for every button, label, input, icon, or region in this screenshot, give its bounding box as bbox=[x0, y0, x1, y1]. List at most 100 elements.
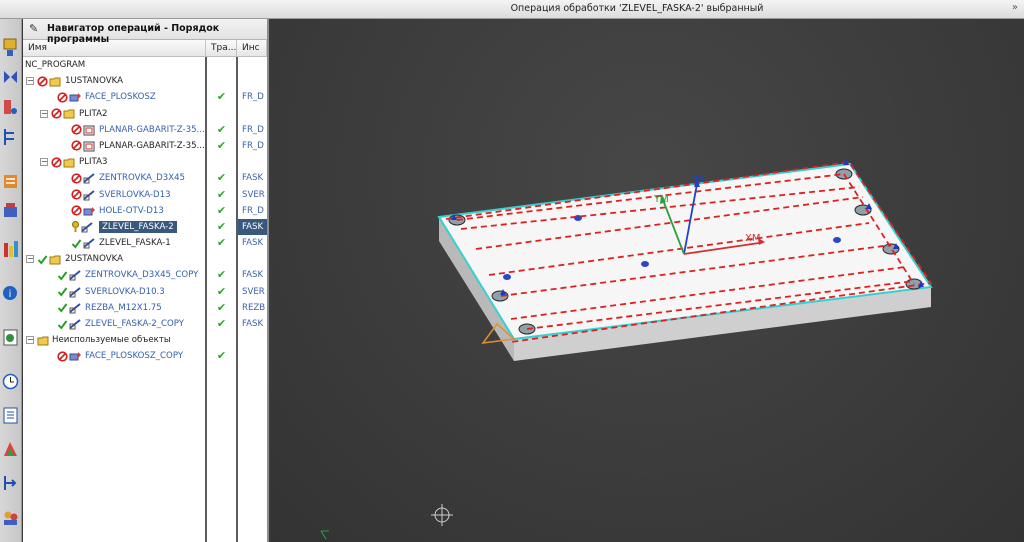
tree-row-name-cell: − PLITA2 bbox=[23, 106, 206, 122]
operation-tree: NC_PROGRAM − 1USTANOVKA FACE_PLOSKOSZ ✔ FR_D −… bbox=[23, 57, 267, 365]
tree-row[interactable]: FACE_PLOSKOSZ ✔ FR_D bbox=[23, 89, 267, 105]
tool-icon[interactable] bbox=[1, 95, 20, 120]
tool-name-cell: FASK bbox=[242, 270, 264, 281]
process-icon[interactable] bbox=[1, 471, 20, 496]
column-tool-header[interactable]: Инс bbox=[237, 40, 267, 56]
clock-icon[interactable] bbox=[1, 369, 20, 394]
inactive-status-icon bbox=[57, 351, 68, 362]
planar-mill-operation-icon bbox=[83, 140, 96, 152]
tool-name-cell: REZB bbox=[242, 302, 266, 313]
toolpath-status-cell: ✔ bbox=[216, 349, 227, 363]
tree-row[interactable]: SVERLOVKA-D10.3 ✔ SVER bbox=[23, 284, 267, 300]
view-triad-icon bbox=[320, 530, 329, 540]
part-model: XM YM ZM bbox=[320, 159, 933, 540]
tree-row[interactable]: ZENTROVKA_D3X45 ✔ FASK bbox=[23, 170, 267, 186]
tool-name-cell: FASK bbox=[237, 218, 267, 235]
tree-row-name-cell: ZENTROVKA_D3X45_COPY bbox=[23, 267, 206, 283]
tree-row[interactable]: NC_PROGRAM bbox=[23, 57, 267, 73]
palette-icon[interactable] bbox=[1, 437, 20, 462]
tree-row[interactable]: ZLEVEL_FASKA-2 ✔ FASK bbox=[23, 218, 267, 235]
user-roles-icon[interactable] bbox=[1, 505, 20, 530]
toolpath-status-cell: ✔ bbox=[216, 284, 227, 298]
y-axis-label: YM bbox=[653, 194, 669, 205]
tree-row[interactable]: REZBA_M12X1.75 ✔ REZB bbox=[23, 300, 267, 316]
tree-row[interactable]: HOLE-OTV-D13 ✔ FR_D bbox=[23, 203, 267, 219]
tree-row-name-cell: PLANAR-GABARIT-Z-35.... bbox=[23, 138, 207, 154]
tool-name-cell bbox=[237, 332, 267, 348]
collapse-toggle-icon[interactable]: − bbox=[26, 77, 34, 86]
tree-row-label: SVERLOVKA-D10.3 bbox=[85, 286, 165, 297]
collapse-toggle-icon[interactable]: − bbox=[26, 336, 34, 345]
tree-row[interactable]: − PLITA2 bbox=[23, 106, 267, 122]
face-mill-operation-icon bbox=[83, 205, 96, 217]
tree-row-label: REZBA_M12X1.75 bbox=[85, 302, 162, 313]
tree-row[interactable]: − PLITA3 bbox=[23, 154, 267, 170]
tool-name-cell bbox=[237, 154, 267, 170]
tree-row[interactable]: PLANAR-GABARIT-Z-35.... ✔ FR_D bbox=[23, 138, 267, 154]
program-order-icon[interactable] bbox=[1, 169, 20, 194]
history-icon[interactable] bbox=[1, 237, 20, 262]
tree-row-label: Неиспользуемые объекты bbox=[52, 335, 171, 346]
tool-name-cell: FR_D bbox=[242, 140, 264, 151]
complete-status-icon bbox=[71, 238, 82, 249]
tree-row[interactable]: − 2USTANOVKA bbox=[23, 251, 267, 267]
tool-name-cell bbox=[237, 73, 267, 89]
inactive-status-icon bbox=[51, 157, 62, 168]
feed-icon[interactable] bbox=[1, 199, 20, 224]
complete-status-icon bbox=[57, 302, 68, 313]
info-list-icon[interactable] bbox=[1, 403, 20, 428]
complete-status-icon bbox=[37, 254, 48, 265]
group-folder-icon bbox=[63, 108, 75, 119]
double-chevron-icon[interactable]: » bbox=[1012, 2, 1018, 13]
group-folder-icon bbox=[37, 335, 49, 346]
toolpath-status-cell bbox=[206, 73, 237, 89]
tree-row[interactable]: − 1USTANOVKA bbox=[23, 73, 267, 89]
toolpath-status-cell: ✔ bbox=[216, 219, 227, 233]
toolpath-status-cell bbox=[206, 332, 237, 348]
drill-operation-icon bbox=[81, 221, 94, 233]
tree-row-label: ZENTROVKA_D3X45 bbox=[99, 173, 186, 184]
tool-name-cell: FASK bbox=[242, 238, 264, 249]
complete-status-icon bbox=[57, 286, 68, 297]
tree-row[interactable]: ZLEVEL_FASKA-1 ✔ FASK bbox=[23, 235, 267, 251]
tree-row-label: SVERLOVKA-D13 bbox=[99, 189, 171, 200]
drill-operation-icon bbox=[69, 286, 82, 298]
tool-name-cell: FR_D bbox=[242, 92, 264, 103]
tree-row-label: ZLEVEL_FASKA-2_COPY bbox=[85, 319, 185, 329]
toolpath-status-cell: ✔ bbox=[216, 203, 227, 217]
method-icon[interactable] bbox=[1, 125, 20, 150]
tree-row-name-cell: HOLE-OTV-D13 bbox=[23, 203, 206, 219]
tree-row[interactable]: FACE_PLOSKOSZ_COPY ✔ bbox=[23, 348, 267, 364]
tree-row-label: 2USTANOVKA bbox=[65, 254, 123, 265]
graphics-viewport[interactable]: XM YM ZM bbox=[271, 19, 1024, 542]
tree-row[interactable]: PLANAR-GABARIT-Z-35.... ✔ FR_D bbox=[23, 122, 267, 138]
pin-icon[interactable]: ✎ bbox=[29, 22, 38, 35]
geometry-icon[interactable] bbox=[1, 65, 20, 90]
drill-operation-icon bbox=[83, 172, 96, 184]
toolpath-status-cell: ✔ bbox=[216, 236, 227, 250]
collapse-toggle-icon[interactable]: − bbox=[26, 255, 34, 264]
resource-bar: i bbox=[0, 19, 22, 542]
tree-row[interactable]: ZENTROVKA_D3X45_COPY ✔ FASK bbox=[23, 267, 267, 283]
navigator-header: ✎ Навигатор операций - Порядок программы bbox=[23, 19, 267, 45]
roles-icon[interactable]: i bbox=[1, 281, 20, 306]
system-icon[interactable] bbox=[1, 325, 20, 350]
tree-row[interactable]: ZLEVEL_FASKA-2_COPY ✔ FASK bbox=[23, 316, 267, 332]
tool-name-cell: FR_D bbox=[242, 124, 264, 135]
tree-row-name-cell: NC_PROGRAM bbox=[23, 57, 206, 73]
collapse-toggle-icon[interactable]: − bbox=[40, 158, 48, 167]
current-operation-icon bbox=[71, 220, 80, 233]
collapse-toggle-icon[interactable]: − bbox=[40, 109, 48, 118]
tree-row-label: ZENTROVKA_D3X45_COPY bbox=[85, 270, 199, 281]
machine-tool-icon[interactable] bbox=[1, 35, 20, 60]
z-axis-label: ZM bbox=[688, 174, 703, 185]
complete-status-icon bbox=[57, 319, 68, 330]
tree-row-name-cell: ZENTROVKA_D3X45 bbox=[23, 170, 206, 186]
column-path-header[interactable]: Тра... bbox=[206, 40, 237, 56]
tree-row[interactable]: SVERLOVKA-D13 ✔ SVER bbox=[23, 187, 267, 203]
tree-row[interactable]: − Неиспользуемые объекты bbox=[23, 332, 267, 348]
toolpath-status-cell: ✔ bbox=[216, 90, 227, 104]
tree-row-name-cell: SVERLOVKA-D13 bbox=[23, 187, 206, 203]
tool-name-cell bbox=[237, 57, 267, 73]
tool-name-cell bbox=[237, 106, 267, 122]
